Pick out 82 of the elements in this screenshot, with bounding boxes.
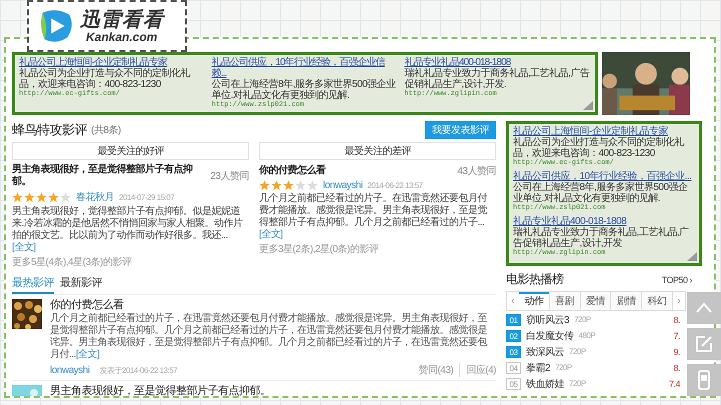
ad-description: 礼品公司为企业打造与众不同的定制化礼品，欢迎来电咨询：400-823-1230 xyxy=(19,68,192,90)
quality-label: 720P xyxy=(555,363,572,372)
quality-label: 720P xyxy=(569,379,586,388)
rank-badge: 02 xyxy=(506,330,521,342)
star-icon xyxy=(12,192,23,202)
logo-domain: Kankan.com xyxy=(86,30,158,44)
genre-tab[interactable]: 科幻 xyxy=(642,292,673,310)
movie-title-link[interactable]: 拳霸2 xyxy=(526,360,550,374)
ad-corner-icon[interactable] xyxy=(687,252,697,261)
star-icon xyxy=(36,192,47,202)
ad-description: 瑞礼礼品专业致力于商务礼品,工艺礼品,广告促销礼品生产,设计,开发. xyxy=(404,68,591,90)
ad-title-link[interactable]: 礼品公司供应，10年行业经验，百强企业... xyxy=(513,171,692,182)
movie-title-link[interactable]: 窃听风云3 xyxy=(526,312,570,326)
ad-title-link[interactable]: 礼品专业礼品400-018-1808 xyxy=(404,57,510,68)
star-icon xyxy=(307,180,318,191)
vote-count: 43人赞同 xyxy=(457,165,496,178)
star-icon xyxy=(259,180,270,191)
author-link[interactable]: lonwayshi xyxy=(50,364,90,376)
movie-title-link[interactable]: 致深风云 xyxy=(526,344,564,358)
star-icon xyxy=(24,192,35,202)
ad-title-link[interactable]: 礼品公司供应，10年行业经验，百强企业信赖... xyxy=(212,57,398,79)
ad-description: 礼品公司为企业打造与众不同的定制化礼品，欢迎来电咨询：400-823-1230 xyxy=(513,137,686,159)
movie-score: 7.4 xyxy=(668,378,680,388)
ad-title-link[interactable]: 礼品公司上海恒间-企业定制礼品专家 xyxy=(19,57,168,68)
rank-badge: 01 xyxy=(506,314,521,326)
feedback-button[interactable] xyxy=(687,328,721,360)
review-title[interactable]: 你的付费怎么看 xyxy=(50,299,496,312)
star-icon xyxy=(60,192,71,202)
review-date: 2014-06-22 13:57 xyxy=(367,181,423,190)
review-title[interactable]: 男主角表现很好，至是觉得整部片子有点抑郁。 xyxy=(50,385,496,396)
movie-score: 7. xyxy=(673,330,680,340)
genre-tab[interactable]: 剧情 xyxy=(611,292,642,310)
movie-title-link[interactable]: 铁血娇娃 xyxy=(526,376,564,390)
ad-title-link[interactable]: 礼品公司上海恒间-企业定制礼品专家 xyxy=(513,126,668,137)
top50-link[interactable]: TOP50 › xyxy=(662,274,692,284)
feed-tab[interactable]: 最热影评 xyxy=(12,274,54,294)
section-heading: 最受关注的好评 xyxy=(12,142,249,160)
ad-description: 公司在上海经营8年,服务多家世界500强企业单位.对礼品文化有更独到的见解. xyxy=(212,79,397,101)
review-title[interactable]: 男主角表现很好，至是觉得整部片子有点抑郁。 xyxy=(12,164,206,188)
logo-name: 迅雷看看 xyxy=(80,8,164,30)
star-icon xyxy=(283,180,294,191)
movie-title-link[interactable]: 白发魔女传 xyxy=(526,328,574,342)
rank-badge: 03 xyxy=(506,346,521,358)
review-text: 几个月之前都已经看过的片子。在迅雷竟然还要包月付费才能播放。感觉很是诧异。男主角表现很好，至是觉得整部片子有点抑郁。几个月之前都已经看过的片子... [全文] xyxy=(259,193,488,241)
rank-badge: 04 xyxy=(506,362,521,374)
logo-card[interactable]: 迅雷看看 Kankan.com xyxy=(27,0,187,52)
vote-count: 23人赞同 xyxy=(210,170,249,183)
review-date: 发表于2014-06-22 13:57 xyxy=(99,364,178,376)
chart-list-title: 电影热播榜 xyxy=(506,271,564,288)
scroll-top-button[interactable] xyxy=(687,292,721,324)
quality-label: 720P xyxy=(569,347,586,356)
ad-description: 瑞礼礼品专业致力于商务礼品,工艺礼品,广告促销礼品生产,设计,开发 xyxy=(513,227,690,249)
rank-badge: 05 xyxy=(506,378,521,390)
ad-description: 公司在上海经营8年,服务多家世界500强企业单位.对礼品文化有更独到的见解. xyxy=(513,182,689,204)
review-count: (共8条) xyxy=(91,124,121,137)
section-heading: 最受关注的差评 xyxy=(259,142,496,160)
movie-score: 8. xyxy=(673,362,680,372)
review-text: 男主角表现很好，觉得整部片子有点抑郁。似是妮妮道来.冷若冰霜的是他居然不悄悄回家与家人相聚。动作片拍的很文艺。比以前为了动作而动作好很多。我还... [全文] xyxy=(12,206,244,254)
mobile-app-button[interactable] xyxy=(687,364,721,396)
movie-score: 8. xyxy=(673,314,680,324)
full-text-link[interactable]: [全文] xyxy=(76,349,100,360)
full-text-link[interactable]: [全文] xyxy=(12,242,36,253)
star-icon xyxy=(295,180,306,191)
section-title: 蜂鸟特攻影评 xyxy=(12,121,87,139)
edit-icon xyxy=(694,334,714,354)
genre-tab[interactable]: 动作 xyxy=(519,292,550,310)
ad-title-link[interactable]: 礼品专业礼品400-018-1808 xyxy=(513,216,626,227)
quality-label: 720P xyxy=(574,315,591,324)
full-text-link[interactable]: [全文] xyxy=(259,229,283,240)
star-icon xyxy=(271,180,282,191)
genre-tab[interactable]: 喜剧 xyxy=(550,292,581,310)
review-title[interactable]: 你的付费怎么看 xyxy=(259,165,454,177)
star-icon xyxy=(48,192,59,202)
ad-corner-icon[interactable] xyxy=(583,101,593,110)
author-link[interactable]: lonwayshi xyxy=(323,180,362,191)
movie-score: 9. xyxy=(673,346,680,356)
review-text: 几个月之前都已经看过的片子，在迅雷竟然还要包月付费才能播放。感觉很是诧异。男主角表现很好，至是觉得整部片子有点抑郁。几个月之前都已经看过的片子，在迅雷竟然还要包月付费才能播放。感觉很是诧异。男主角表现很好，至是觉得整部片子有点抑郁。几个月之前都已经看过的片子，在迅雷竟然还要包月付...[全文] xyxy=(50,313,488,361)
review-date: 2014-07-29 15:07 xyxy=(119,192,174,202)
author-link[interactable]: 春花秋月 xyxy=(76,190,114,204)
feed-tab[interactable]: 最新影评 xyxy=(60,274,102,294)
genre-tab[interactable]: 爱情 xyxy=(580,292,612,310)
quality-label: 480P xyxy=(578,331,596,340)
